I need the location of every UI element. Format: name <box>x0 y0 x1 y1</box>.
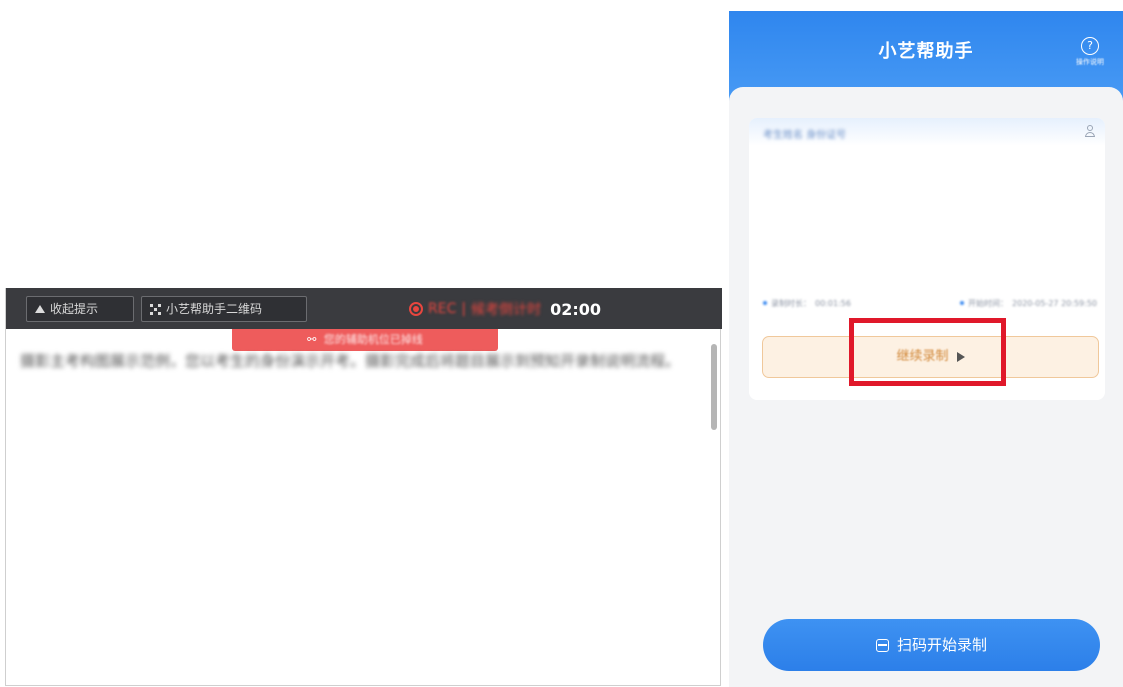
continue-recording-label: 继续录制 <box>896 349 949 364</box>
collapse-tips-label: 收起提示 <box>50 302 99 316</box>
continue-recording-button[interactable]: 继续录制 <box>762 336 1099 378</box>
phone-screen: 小艺帮助手 ? 操作说明 考生姓名 身份证号 录制时长： 00:01:56 开始… <box>729 11 1123 687</box>
rec-label: REC <box>428 301 457 317</box>
qrcode-icon <box>150 303 161 315</box>
scan-icon <box>875 639 889 652</box>
recording-status: REC | 候考倒计时 02:00 <box>409 298 601 320</box>
countdown-label: 候考倒计时 <box>471 302 542 318</box>
help-button[interactable]: ? 操作说明 <box>1069 37 1111 67</box>
collapse-tips-button[interactable]: 收起提示 <box>26 296 134 322</box>
recording-start-time: 开始时间： 2020-05-27 20:59:50 <box>960 297 1097 309</box>
recording-meta: 录制时长： 00:01:56 开始时间： 2020-05-27 20:59:50 <box>763 297 1097 309</box>
help-icon: ? <box>1081 37 1099 55</box>
rec-separator: | <box>461 301 467 317</box>
recording-card: 考生姓名 身份证号 录制时长： 00:01:56 开始时间： 2020-05-2… <box>749 118 1105 400</box>
bullet-icon <box>763 301 767 305</box>
helper-qrcode-button[interactable]: 小艺帮助手二维码 <box>141 296 307 322</box>
candidate-name: 考生姓名 身份证号 <box>763 130 847 141</box>
record-icon <box>409 302 423 316</box>
content-scrollbar[interactable] <box>711 344 717 430</box>
bullet-icon <box>960 301 965 305</box>
play-icon <box>956 351 965 362</box>
scan-start-recording-button[interactable]: 扫码开始录制 <box>763 619 1100 671</box>
scan-start-recording-label: 扫码开始录制 <box>896 636 987 654</box>
start-value: 2020-05-27 20:59:50 <box>1012 298 1097 308</box>
duration-label: 录制时长： <box>771 298 811 308</box>
recording-duration: 录制时长： 00:01:56 <box>763 297 851 309</box>
card-header: 考生姓名 身份证号 <box>749 118 1105 146</box>
countdown-timer: 02:00 <box>550 299 602 319</box>
duration-value: 00:01:56 <box>815 298 851 308</box>
triangle-up-icon <box>35 305 45 313</box>
help-label: 操作说明 <box>1076 58 1104 66</box>
helper-qrcode-label: 小艺帮助手二维码 <box>166 302 263 316</box>
start-label: 开始时间： <box>968 298 1009 308</box>
app-title: 小艺帮助手 <box>878 41 974 62</box>
exam-toolbar: 收起提示 小艺帮助手二维码 REC | 候考倒计时 02:00 <box>6 288 722 329</box>
user-icon <box>1085 125 1095 137</box>
phone-body: 考生姓名 身份证号 录制时长： 00:01:56 开始时间： 2020-05-2… <box>729 87 1123 687</box>
exam-panel: 收起提示 小艺帮助手二维码 REC | 候考倒计时 02:00 ⚯ 您的辅助机位… <box>5 288 722 686</box>
disconnect-notice-text: 您的辅助机位已掉线 <box>323 333 423 346</box>
exam-prompt-text: 摄影主考构图展示范例，您以考生的身份演示开考。摄影完成后将题目展示到预知开录制说… <box>20 352 681 370</box>
